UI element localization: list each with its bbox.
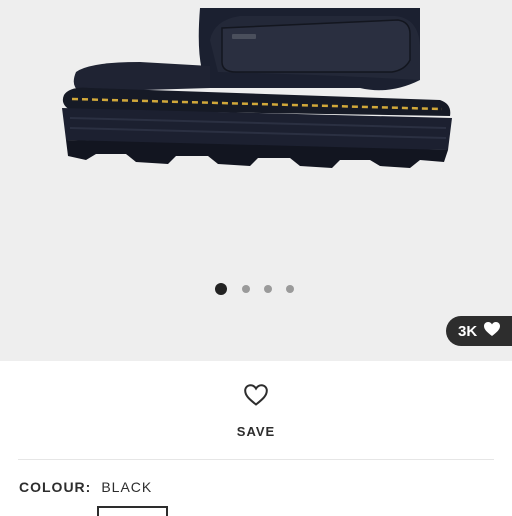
colour-label: COLOUR: (19, 479, 92, 495)
heart-filled-icon (483, 321, 501, 341)
carousel-dot-3[interactable] (264, 285, 272, 293)
colour-row: COLOUR: BLACK (19, 479, 152, 495)
product-image (0, 0, 512, 361)
like-count: 3K (458, 322, 478, 340)
save-button[interactable]: SAVE (237, 383, 275, 439)
colour-value: BLACK (101, 479, 153, 495)
save-section: SAVE (0, 361, 512, 461)
carousel-dot-1[interactable] (215, 283, 227, 295)
carousel-dot-2[interactable] (242, 285, 250, 293)
colour-swatch-selected[interactable] (97, 506, 168, 516)
like-count-badge[interactable]: 3K (446, 316, 512, 346)
product-image-gallery[interactable]: 3K (0, 0, 512, 361)
heart-outline-icon (243, 383, 269, 412)
section-divider (18, 459, 494, 460)
carousel-dots (0, 282, 512, 296)
save-label: SAVE (236, 424, 276, 439)
carousel-dot-4[interactable] (286, 285, 294, 293)
